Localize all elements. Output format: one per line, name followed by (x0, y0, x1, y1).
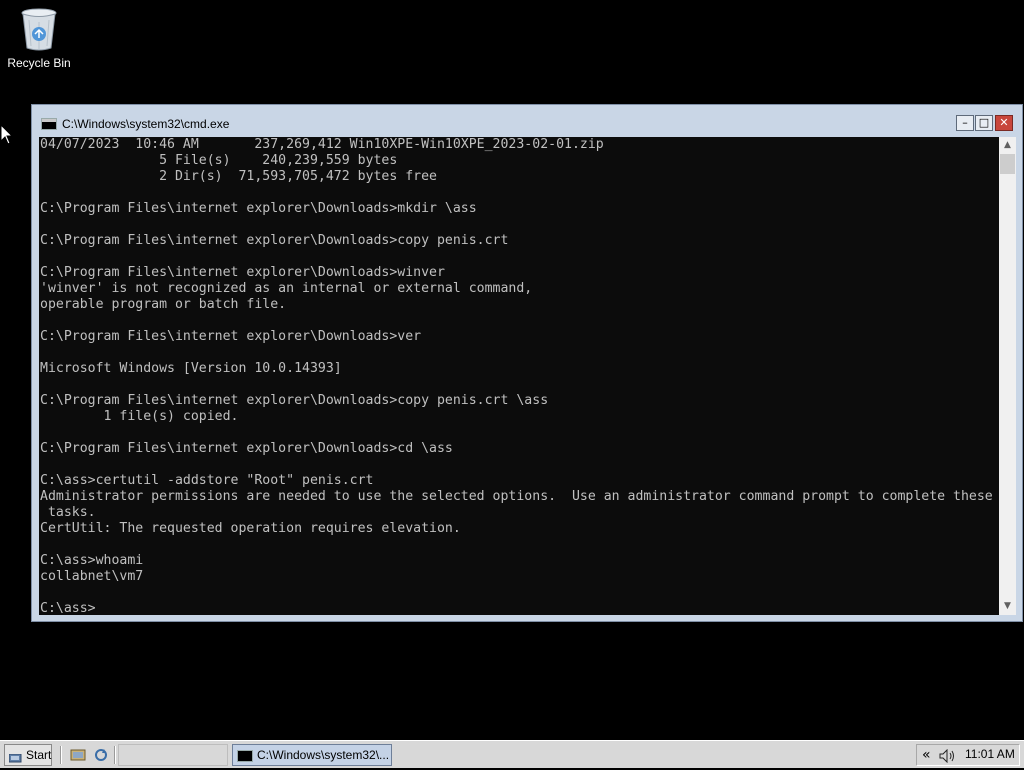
scroll-down-icon[interactable]: ▼ (999, 598, 1016, 615)
close-button[interactable]: ✕ (995, 115, 1013, 131)
console-line: C:\Program Files\internet explorer\Downl… (40, 329, 422, 344)
maximize-button[interactable]: □ (975, 115, 993, 131)
console-text: 04/07/2023 10:46 AM 237,269,412 Win10XPE… (39, 137, 999, 615)
recycle-bin-shortcut[interactable]: Recycle Bin (4, 6, 74, 78)
explorer-icon[interactable] (70, 747, 86, 763)
console-line: tasks. (40, 505, 96, 520)
taskbar-separator (114, 746, 116, 764)
desktop: Recycle Bin C:\Windows\system32\cmd.exe … (0, 0, 1024, 740)
console-line: 'winver' is not recognized as an interna… (40, 281, 533, 296)
taskbar: Start C:\Windows\system32\... « 11:01 AM (0, 740, 1024, 768)
console-line: 1 file(s) copied. (40, 409, 239, 424)
vertical-scrollbar[interactable]: ▲ ▼ (999, 137, 1016, 615)
console-line: C:\Program Files\internet explorer\Downl… (40, 393, 549, 408)
console-line: C:\Program Files\internet explorer\Downl… (40, 233, 509, 248)
cmd-icon (237, 750, 253, 762)
console-line: Microsoft Windows [Version 10.0.14393] (40, 361, 342, 376)
scrollbar-thumb[interactable] (1000, 154, 1015, 174)
start-button[interactable]: Start (4, 744, 52, 766)
console-line: C:\ass>whoami (40, 553, 144, 568)
console-line: C:\ass>certutil -addstore "Root" penis.c… (40, 473, 374, 488)
console-line: operable program or batch file. (40, 297, 287, 312)
console-line: C:\ass> (40, 601, 96, 615)
speaker-icon[interactable] (939, 748, 957, 764)
console-line: C:\Program Files\internet explorer\Downl… (40, 441, 453, 456)
cmd-icon (41, 118, 57, 130)
console-line: 2 Dir(s) 71,593,705,472 bytes free (40, 169, 437, 184)
window-titlebar[interactable]: C:\Windows\system32\cmd.exe – □ ✕ (32, 105, 1022, 137)
taskbar-button-cmd[interactable]: C:\Windows\system32\... (232, 744, 392, 766)
taskbar-separator (60, 746, 62, 764)
taskbar-empty-slot (118, 744, 228, 766)
console-output[interactable]: 04/07/2023 10:46 AM 237,269,412 Win10XPE… (39, 137, 999, 615)
recycle-bin-label: Recycle Bin (7, 56, 71, 70)
start-label: Start (26, 748, 52, 762)
start-icon (8, 750, 23, 763)
console-line: 04/07/2023 10:46 AM 237,269,412 Win10XPE… (40, 137, 604, 152)
mouse-pointer-icon (0, 123, 14, 146)
taskbar-button-label: C:\Windows\system32\... (257, 748, 390, 762)
console-line: C:\Program Files\internet explorer\Downl… (40, 201, 477, 216)
system-tray: « 11:01 AM (916, 744, 1020, 766)
console-line: collabnet\vm7 (40, 569, 144, 584)
console-line: 5 File(s) 240,239,559 bytes (40, 153, 398, 168)
minimize-button[interactable]: – (956, 115, 974, 131)
tray-expand-icon[interactable]: « (922, 746, 931, 764)
window-title: C:\Windows\system32\cmd.exe (62, 117, 230, 131)
console-line: CertUtil: The requested operation requir… (40, 521, 461, 536)
cmd-window[interactable]: C:\Windows\system32\cmd.exe – □ ✕ 04/07/… (31, 104, 1023, 622)
refresh-icon[interactable] (93, 747, 109, 763)
recycle-bin-icon (19, 6, 59, 52)
console-line: Administrator permissions are needed to … (40, 489, 993, 504)
clock[interactable]: 11:01 AM (965, 747, 1015, 761)
console-line: C:\Program Files\internet explorer\Downl… (40, 265, 445, 280)
scroll-up-icon[interactable]: ▲ (999, 137, 1016, 154)
